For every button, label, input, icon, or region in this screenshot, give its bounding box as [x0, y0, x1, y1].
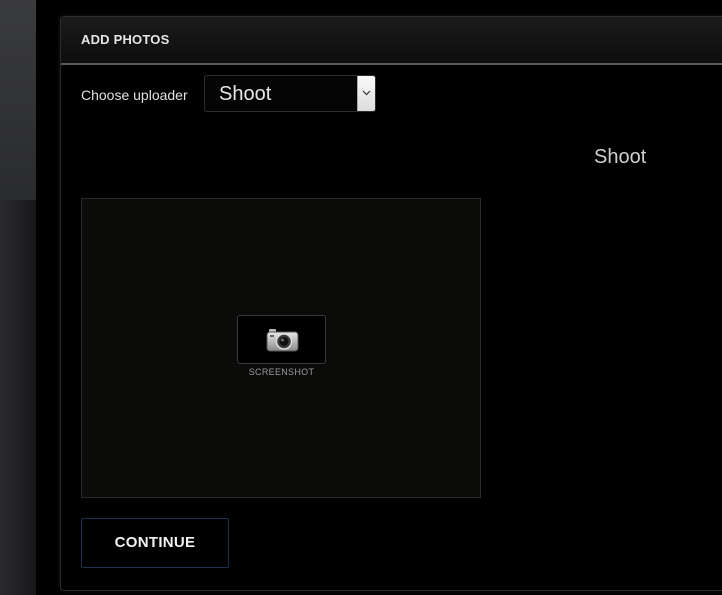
- panel-header: ADD PHOTOS: [61, 17, 722, 65]
- left-sidebar-strip-top: [0, 0, 36, 200]
- choose-uploader-label: Choose uploader: [81, 87, 188, 103]
- continue-button[interactable]: CONTINUE: [81, 518, 229, 568]
- uploader-select[interactable]: Shoot: [204, 75, 376, 112]
- panel-title: ADD PHOTOS: [81, 32, 170, 47]
- camera-icon: [266, 329, 299, 352]
- chevron-down-icon: [362, 90, 371, 96]
- add-photos-panel: ADD PHOTOS Choose uploader Shoot Shoot S…: [60, 16, 722, 591]
- screenshot-button[interactable]: [237, 315, 326, 364]
- uploader-mode-heading: Shoot: [594, 146, 647, 168]
- left-sidebar-strip: [0, 0, 36, 595]
- uploader-select-value: Shoot: [219, 83, 272, 105]
- screenshot-label: SCREENSHOT: [248, 367, 315, 377]
- camera-preview-area: SCREENSHOT: [81, 198, 481, 498]
- select-dropdown-button[interactable]: [357, 76, 375, 111]
